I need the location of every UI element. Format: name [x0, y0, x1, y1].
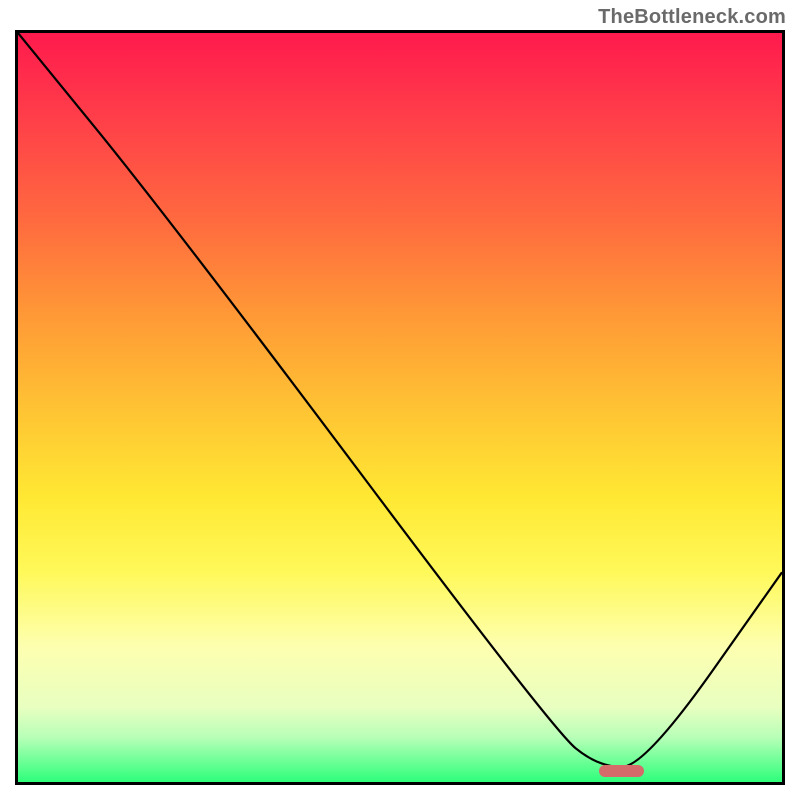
- chart-frame: [15, 30, 785, 785]
- watermark-text: TheBottleneck.com: [598, 6, 786, 29]
- chart-canvas: TheBottleneck.com: [0, 0, 800, 800]
- chart-background-gradient: [18, 33, 782, 782]
- optimal-range-marker: [599, 765, 645, 777]
